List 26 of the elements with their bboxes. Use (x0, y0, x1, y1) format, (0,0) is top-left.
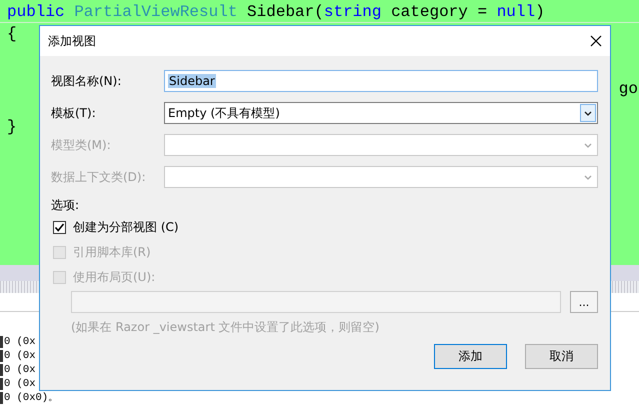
layout-path-field[interactable] (71, 291, 561, 313)
checkbox[interactable] (53, 221, 66, 234)
dialog-button[interactable]: 取消 (525, 344, 598, 369)
code-line: } (7, 118, 17, 136)
output-line: 0 (0x (0, 350, 36, 362)
code-line: { (7, 25, 17, 43)
checkbox-label: 使用布局页(U): (73, 269, 156, 286)
checkbox-label: 创建为分部视图 (C) (73, 219, 179, 236)
code-line: go (618, 80, 638, 99)
output-line: 0 (0x (0, 378, 36, 390)
dropdown[interactable]: Empty (不具有模型) (164, 102, 598, 124)
hint-text: (如果在 Razor _viewstart 文件中设置了此选项，则留空) (70, 319, 380, 336)
checkbox-label: 引用脚本库(R) (73, 244, 151, 261)
field-label: 模型类(M): (51, 136, 112, 154)
browse-button[interactable]: ... (570, 291, 598, 313)
output-line: 0 (0x (0, 336, 36, 348)
field-label: 模板(T): (51, 104, 97, 122)
close-icon[interactable] (590, 35, 602, 47)
text-field[interactable]: Sidebar (164, 70, 598, 92)
field-label: 视图名称(N): (51, 72, 122, 90)
section-label: 选项: (51, 197, 80, 214)
dialog-button[interactable]: 添加 (434, 344, 507, 369)
output-line: 0 (0x (0, 364, 36, 376)
code-line: public PartialViewResult Sidebar(string category = null) (7, 3, 545, 21)
field-label: 数据上下文类(D): (51, 168, 147, 186)
window-title: 添加视图 (48, 32, 96, 50)
